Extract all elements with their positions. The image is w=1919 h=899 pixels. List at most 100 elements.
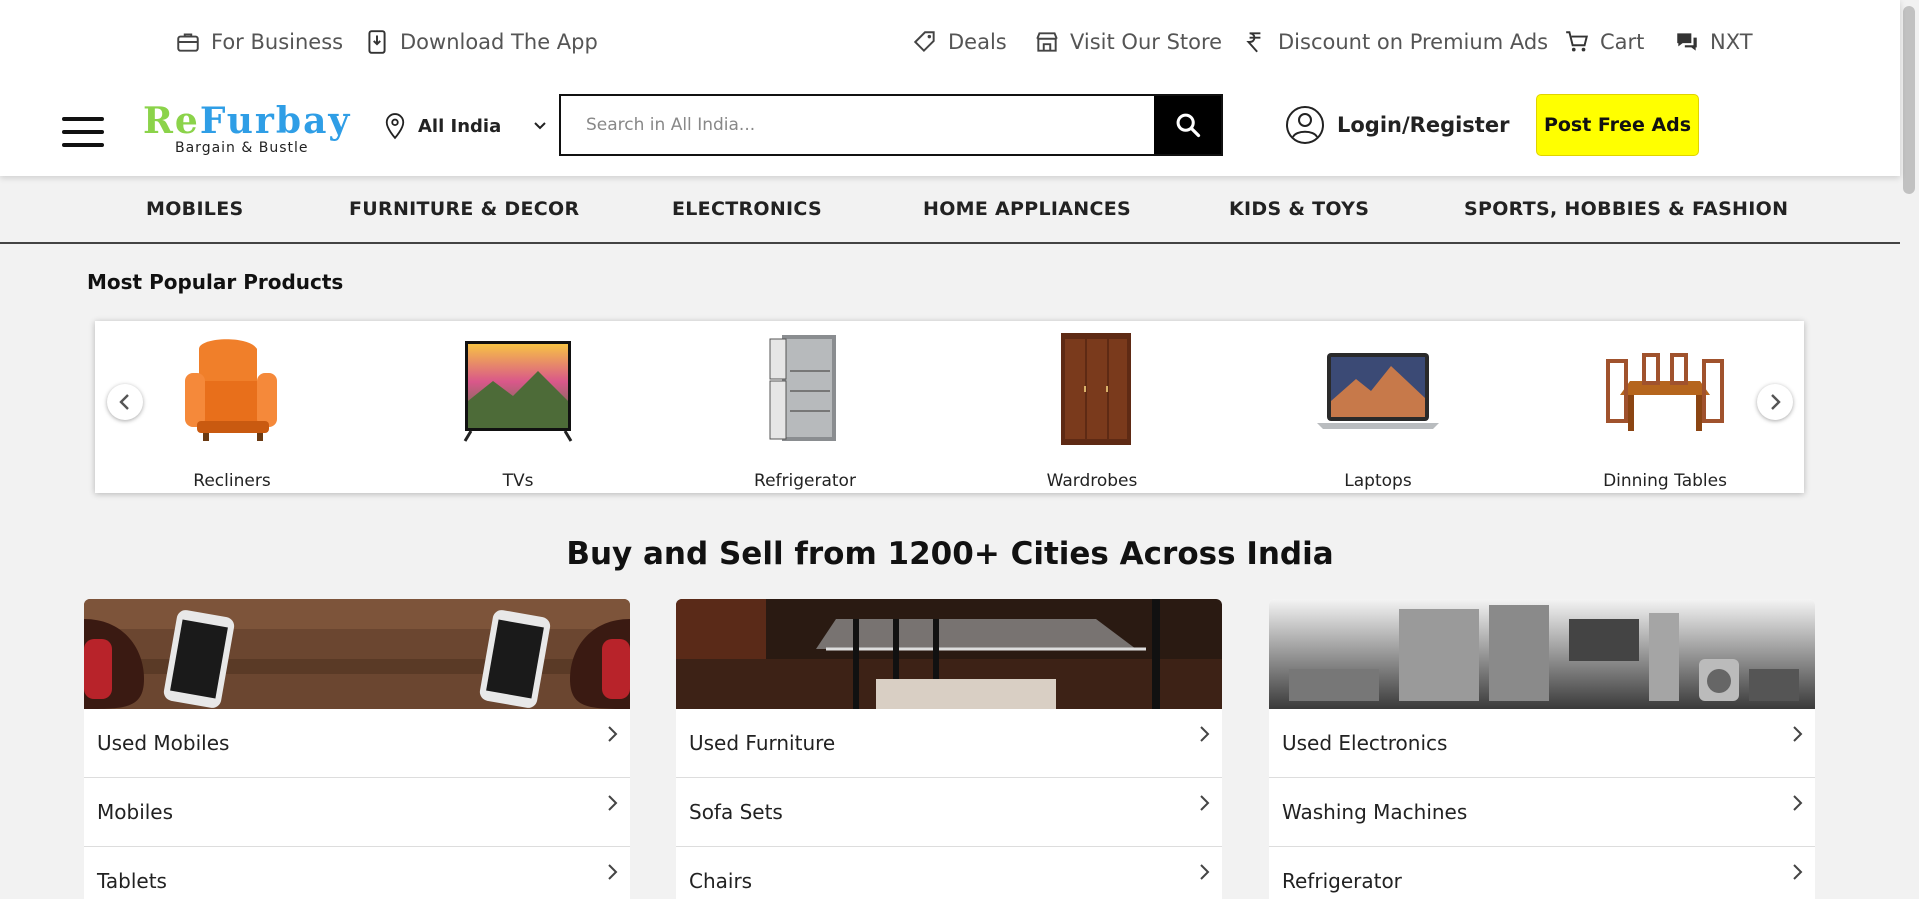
chevron-right-icon <box>608 864 618 880</box>
category-card-mobiles: Used Mobiles Mobiles Tablets <box>84 599 630 899</box>
nav-kids-toys[interactable]: KIDS & TOYS <box>1229 198 1369 220</box>
chevron-right-icon <box>1793 726 1803 742</box>
chevron-right-icon <box>1771 394 1781 410</box>
login-register-link[interactable]: Login/Register <box>1285 104 1509 146</box>
category-row[interactable]: Used Mobiles <box>84 709 630 778</box>
rupee-icon <box>1246 32 1261 53</box>
furniture-banner-image <box>676 599 1222 709</box>
scrollbar-thumb[interactable] <box>1903 6 1915 194</box>
visit-store-link[interactable]: Visit Our Store <box>1034 22 1222 62</box>
site-header: For Business Download The App Deals Visi… <box>0 0 1900 176</box>
category-row[interactable]: Tablets <box>84 847 630 899</box>
dining-table-image <box>1606 353 1724 431</box>
row-label: Used Mobiles <box>97 731 230 755</box>
row-label: Sofa Sets <box>689 800 783 824</box>
category-row[interactable]: Refrigerator <box>1269 847 1815 899</box>
refrigerator-image <box>769 335 836 441</box>
most-popular-title: Most Popular Products <box>87 270 344 294</box>
logo-wordmark: ReFurbay <box>143 100 352 142</box>
row-label: Refrigerator <box>1282 869 1402 893</box>
chat-bubbles-icon <box>1677 33 1697 51</box>
nav-sports-hobbies-fashion[interactable]: SPORTS, HOBBIES & FASHION <box>1464 198 1788 220</box>
category-card-electronics: Used Electronics Washing Machines Refrig… <box>1269 599 1815 899</box>
menu-icon[interactable] <box>62 117 104 147</box>
chevron-right-icon <box>1200 864 1210 880</box>
visit-store-label: Visit Our Store <box>1070 30 1223 54</box>
chevron-left-icon <box>119 394 129 410</box>
cart-link[interactable]: Cart <box>1564 22 1644 62</box>
nav-furniture-decor[interactable]: FURNITURE & DECOR <box>349 198 579 220</box>
tv-image <box>463 341 573 442</box>
download-app-label: Download The App <box>400 30 598 54</box>
product-laptops[interactable]: Laptops <box>1288 331 1468 491</box>
category-row[interactable]: Mobiles <box>84 778 630 847</box>
nxt-link[interactable]: NXT <box>1674 22 1753 62</box>
row-label: Used Electronics <box>1282 731 1448 755</box>
product-label: Dinning Tables <box>1603 471 1727 491</box>
category-row[interactable]: Used Electronics <box>1269 709 1815 778</box>
for-business-label: For Business <box>211 30 344 54</box>
tag-icon <box>913 31 935 53</box>
row-label: Mobiles <box>97 800 174 824</box>
product-wardrobes[interactable]: Wardrobes <box>1002 331 1182 491</box>
row-label: Tablets <box>97 869 167 893</box>
cities-heading: Buy and Sell from 1200+ Cities Across In… <box>566 536 1334 572</box>
discount-label: Discount on Premium Ads <box>1278 30 1549 54</box>
product-refrigerator[interactable]: Refrigerator <box>715 331 895 491</box>
cart-icon <box>1566 31 1588 52</box>
location-selector[interactable]: All India <box>384 108 547 144</box>
product-tvs[interactable]: TVs <box>428 331 608 491</box>
nav-home-appliances[interactable]: HOME APPLIANCES <box>923 198 1131 220</box>
carousel-prev-button[interactable] <box>107 384 143 420</box>
briefcase-icon <box>177 33 199 52</box>
product-label: TVs <box>502 471 534 491</box>
search-bar <box>559 94 1223 156</box>
refurbay-logo[interactable]: ReFurbay Bargain & Bustle <box>143 100 352 160</box>
location-label: All India <box>418 115 502 137</box>
chevron-right-icon <box>1200 726 1210 742</box>
chevron-right-icon <box>1200 795 1210 811</box>
post-free-ads-button[interactable]: Post Free Ads <box>1536 94 1699 156</box>
category-row[interactable]: Chairs <box>676 847 1222 899</box>
chevron-right-icon <box>608 726 618 742</box>
map-pin-icon <box>385 113 405 140</box>
cart-label: Cart <box>1600 30 1645 54</box>
product-dinning-tables[interactable]: Dinning Tables <box>1575 331 1755 491</box>
category-card-furniture: Used Furniture Sofa Sets Chairs <box>676 599 1222 899</box>
login-register-label: Login/Register <box>1337 113 1510 137</box>
product-label: Recliners <box>193 471 271 491</box>
chevron-right-icon <box>608 795 618 811</box>
deals-link[interactable]: Deals <box>912 22 1007 62</box>
product-label: Wardrobes <box>1046 471 1138 491</box>
chevron-down-icon <box>534 122 546 130</box>
user-avatar-icon <box>1286 106 1324 144</box>
nav-electronics[interactable]: ELECTRONICS <box>672 198 822 220</box>
product-recliners[interactable]: Recliners <box>142 331 322 491</box>
search-icon <box>1176 113 1200 138</box>
discount-link[interactable]: Discount on Premium Ads <box>1242 22 1548 62</box>
category-row[interactable]: Used Furniture <box>676 709 1222 778</box>
laptop-image <box>1317 353 1439 429</box>
recliner-image <box>185 339 277 441</box>
row-label: Washing Machines <box>1282 800 1468 824</box>
category-row[interactable]: Washing Machines <box>1269 778 1815 847</box>
search-button[interactable] <box>1154 96 1221 154</box>
category-nav: MOBILES FURNITURE & DECOR ELECTRONICS HO… <box>0 176 1900 244</box>
row-label: Used Furniture <box>689 731 836 755</box>
product-label: Refrigerator <box>754 471 856 491</box>
mobiles-banner-image <box>84 599 630 709</box>
for-business-link[interactable]: For Business <box>175 22 343 62</box>
nav-mobiles[interactable]: MOBILES <box>146 198 243 220</box>
popular-products-carousel: Recliners TVs Refrigerator Wardrobes Lap… <box>95 321 1804 493</box>
carousel-next-button[interactable] <box>1757 384 1793 420</box>
logo-tagline: Bargain & Bustle <box>175 140 309 156</box>
wardrobe-image <box>1061 333 1131 445</box>
nxt-label: NXT <box>1710 30 1753 54</box>
phone-download-icon <box>368 30 386 54</box>
download-app-link[interactable]: Download The App <box>364 22 598 62</box>
chevron-right-icon <box>1793 864 1803 880</box>
store-icon <box>1036 32 1058 52</box>
row-label: Chairs <box>689 869 753 893</box>
category-row[interactable]: Sofa Sets <box>676 778 1222 847</box>
search-input[interactable] <box>561 96 1157 154</box>
